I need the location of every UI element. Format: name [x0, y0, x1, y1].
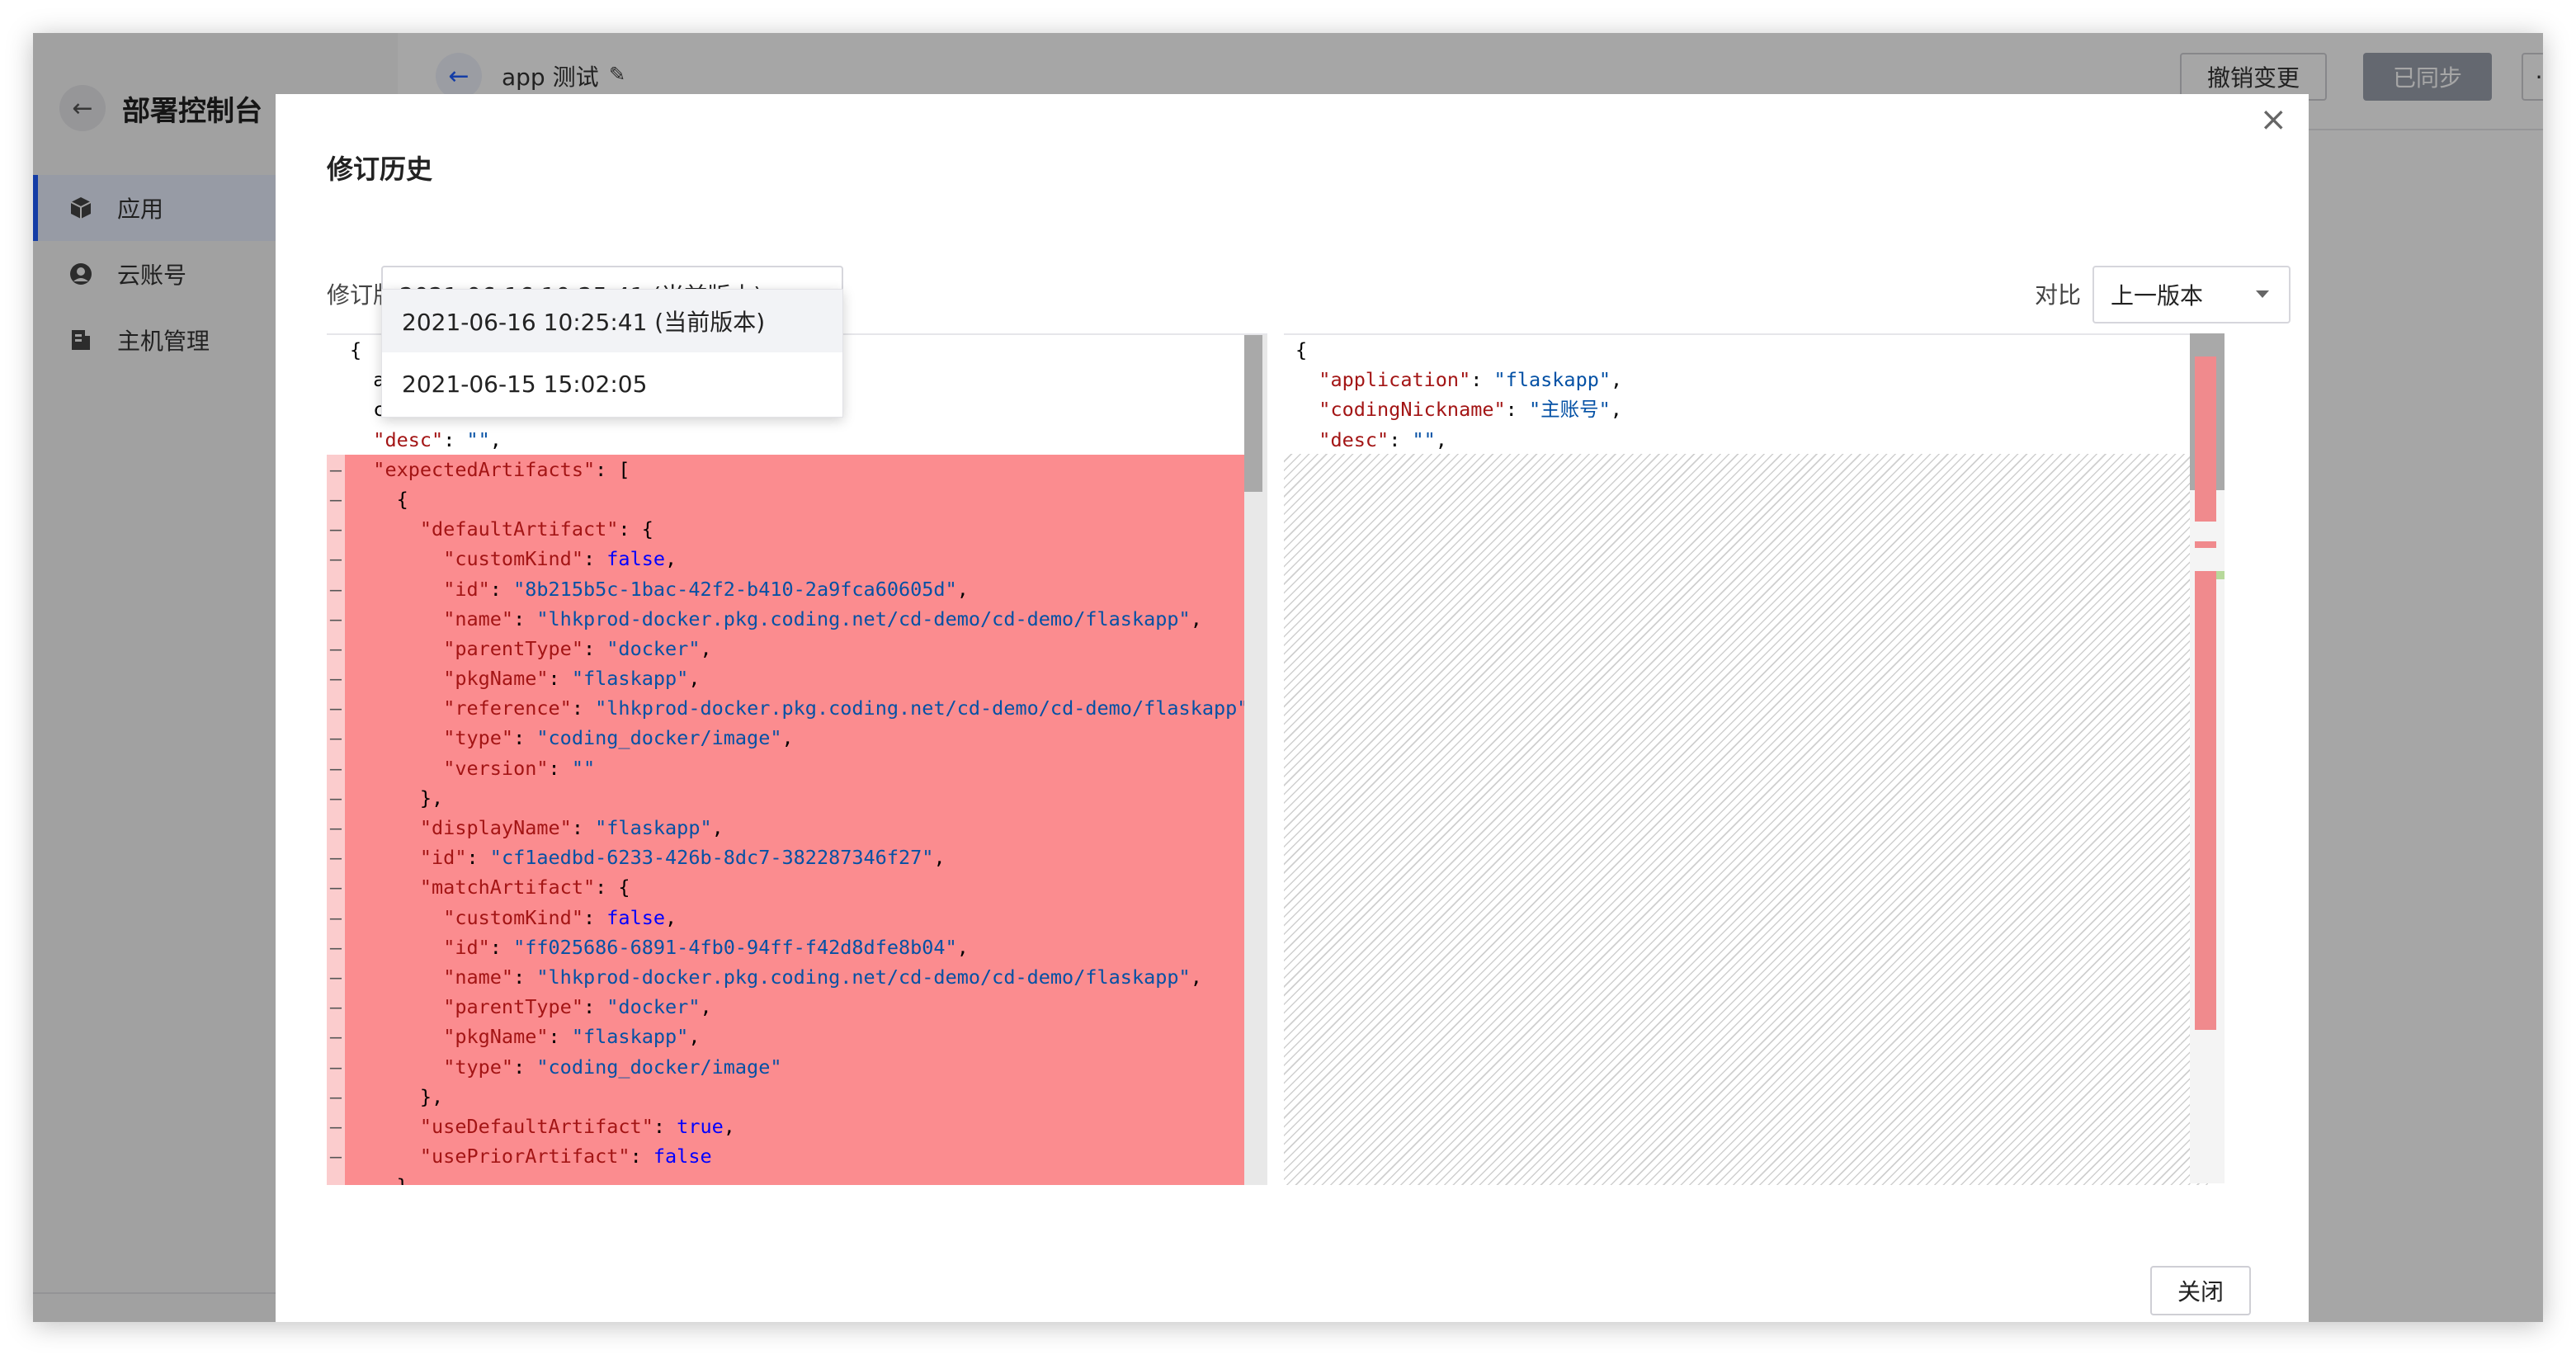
code-line: — "name": "lhkprod-docker.pkg.coding.net…	[330, 961, 1267, 993]
deleted-line-marker: —	[329, 517, 342, 541]
deleted-line-marker: —	[329, 636, 342, 660]
deleted-line-marker: —	[329, 696, 342, 720]
compare-select[interactable]: 上一版本	[2092, 266, 2291, 323]
deleted-line-marker: —	[329, 786, 342, 810]
deleted-line-marker: —	[329, 1084, 342, 1108]
code-line: "desc": "",	[1319, 427, 1447, 451]
deleted-line-marker: —	[329, 667, 342, 691]
scrollbar-thumb[interactable]	[1244, 335, 1262, 492]
code-line: — "id": "8b215b5c-1bac-42f2-b410-2a9fca6…	[330, 574, 1267, 604]
deleted-line-marker: —	[329, 965, 342, 989]
compare-label: 对比	[2035, 281, 2082, 309]
code-line: — "pkgName": "flaskapp",	[330, 663, 1267, 694]
code-line: — "name": "lhkprod-docker.pkg.coding.net…	[330, 603, 1267, 634]
deleted-line-marker: —	[329, 547, 342, 571]
deleted-line-marker: —	[329, 756, 342, 780]
deleted-line-marker: —	[329, 577, 342, 601]
revision-option[interactable]: 2021-06-15 15:02:05	[382, 352, 842, 415]
code-line: — "type": "coding_docker/image",	[330, 723, 1267, 753]
code-line: — "customKind": false,	[330, 902, 1267, 932]
code-line: — },	[330, 782, 1267, 813]
overview-deleted-marker	[2195, 541, 2216, 548]
revision-option[interactable]: 2021-06-16 10:25:41 (当前版本)	[382, 290, 842, 352]
code-line: — "parentType": "docker",	[330, 992, 1267, 1022]
code-line: — "reference": "lhkprod-docker.pkg.codin…	[330, 693, 1267, 724]
code-line: "codingNickname": "主账号",	[1319, 398, 1622, 422]
diff-original-code[interactable]: { appl codin "desc": "",— "expectedArtif…	[330, 335, 1267, 1185]
diff-overview-ruler[interactable]	[2190, 333, 2225, 1183]
vertical-scrollbar[interactable]	[1244, 335, 1267, 1185]
deleted-line-marker: —	[329, 457, 342, 481]
overview-deleted-marker	[2195, 356, 2216, 522]
code-line: "application": "flaskapp",	[1319, 368, 1623, 392]
close-button[interactable]: 关闭	[2150, 1266, 2251, 1315]
deleted-line-marker: —	[329, 935, 342, 959]
close-icon[interactable]: ×	[2259, 101, 2287, 139]
diff-modified-code[interactable]: { "application": "flaskapp", "codingNick…	[1290, 335, 2225, 455]
code-line: — "useDefaultArtifact": true,	[330, 1111, 1267, 1142]
code-line: — },	[330, 1081, 1267, 1112]
code-line: — {	[330, 484, 1267, 515]
modal-title: 修订历史	[327, 153, 433, 185]
code-line: — "id": "ff025686-6891-4fb0-94ff-f42d8df…	[330, 932, 1267, 962]
deleted-line-marker: —	[329, 905, 342, 929]
deleted-line-marker: —	[327, 1171, 345, 1185]
deleted-line-marker: —	[329, 726, 342, 750]
code-line: — "id": "cf1aedbd-6233-426b-8dc7-3822873…	[330, 843, 1267, 873]
diff-original-pane[interactable]: { appl codin "desc": "",— "expectedArtif…	[327, 333, 1267, 1185]
chevron-down-icon	[2256, 290, 2269, 298]
code-line: — "customKind": false,	[330, 544, 1267, 574]
code-line: — "type": "coding_docker/image"	[330, 1051, 1267, 1082]
deleted-line-marker: —	[329, 487, 342, 511]
app-window: ← 部署控制台 应用 云账号 主机管理 ← app 测试 ✎ 撤销变更 已同步 …	[33, 33, 2543, 1322]
code-line: — "displayName": "flaskapp",	[330, 813, 1267, 843]
diff-modified-pane[interactable]: { "application": "flaskapp", "codingNick…	[1284, 333, 2225, 1185]
code-line: — "expectedArtifacts": [	[330, 454, 1267, 484]
compare-select-value: 上一版本	[2111, 282, 2204, 309]
code-line: — "version": ""	[330, 753, 1267, 783]
code-line: — "defaultArtifact": {	[330, 514, 1267, 545]
deleted-line-marker: —	[329, 1025, 342, 1049]
diff-empty-region	[1284, 454, 2208, 1185]
deleted-line-marker: —	[329, 1145, 342, 1169]
deleted-line-marker: —	[329, 1114, 342, 1138]
code-line: {	[1295, 338, 1308, 361]
deleted-line-marker: —	[329, 876, 342, 899]
revision-history-modal: × 修订历史 修订版本 2021-06-16 10:25:41 (当前版本) 对…	[276, 94, 2309, 1322]
deleted-line-marker: —	[329, 816, 342, 839]
deleted-line-marker: —	[329, 846, 342, 870]
code-line: — "pkgName": "flaskapp",	[330, 1022, 1267, 1052]
deleted-line-marker: —	[329, 995, 342, 1019]
code-line: — "parentType": "docker",	[330, 633, 1267, 664]
code-line: — "matchArtifact": {	[330, 872, 1267, 903]
code-line: — }	[330, 1171, 1267, 1185]
code-line: — "usePriorArtifact": false	[330, 1141, 1267, 1172]
revision-dropdown-menu: 2021-06-16 10:25:41 (当前版本) 2021-06-15 15…	[381, 289, 843, 418]
overview-deleted-marker	[2195, 571, 2216, 1030]
deleted-line-marker: —	[329, 607, 342, 630]
code-line: "desc": "",	[373, 427, 502, 451]
deleted-line-marker: —	[329, 1055, 342, 1079]
